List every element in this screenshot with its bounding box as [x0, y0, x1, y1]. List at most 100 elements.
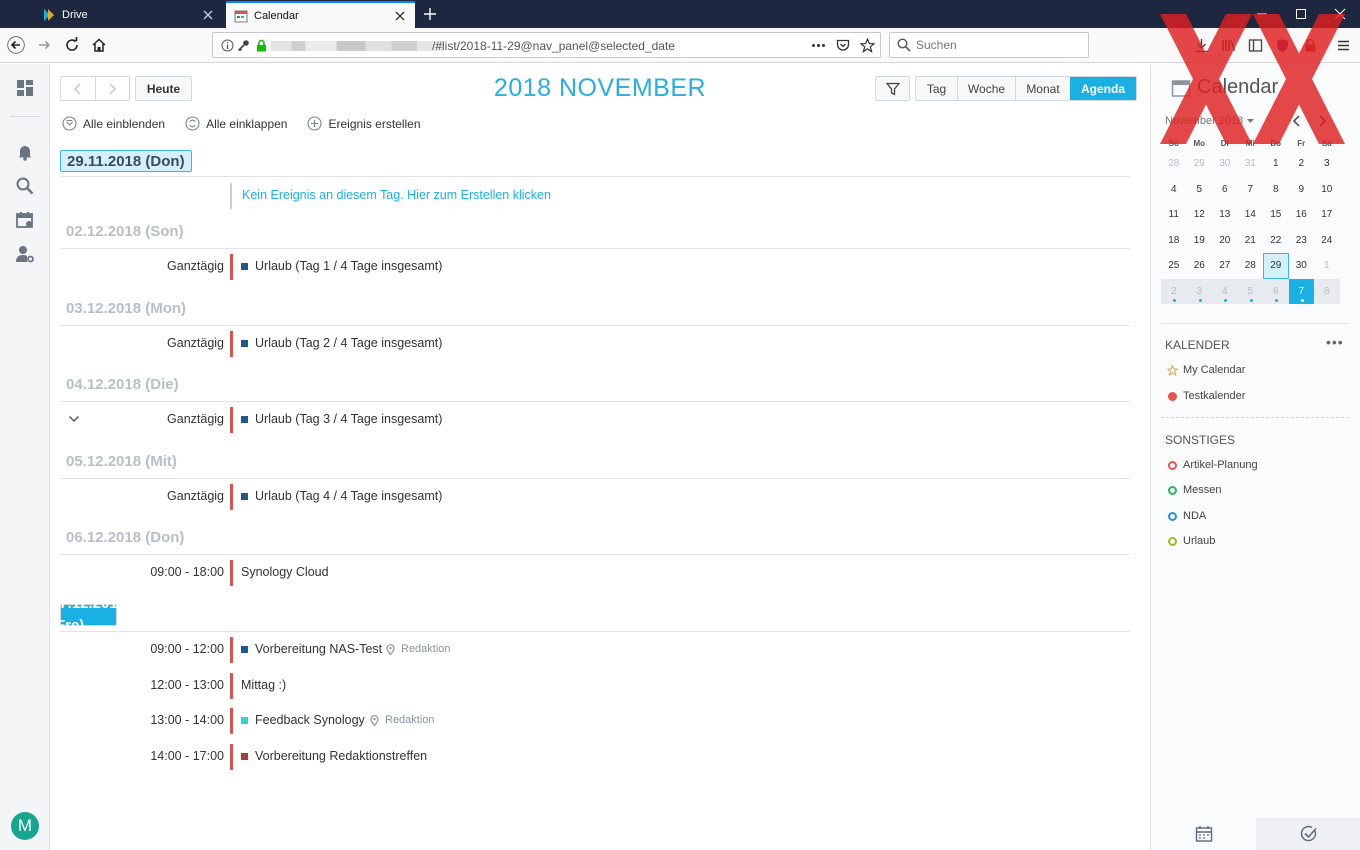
- day-cell[interactable]: 9: [1289, 177, 1315, 203]
- sidebar-icon[interactable]: [1248, 38, 1263, 53]
- back-icon[interactable]: [7, 36, 25, 54]
- bookmark-star-icon[interactable]: [860, 38, 875, 53]
- day-cell[interactable]: 28: [1161, 151, 1187, 177]
- day-cell[interactable]: 29: [1187, 151, 1213, 177]
- key-icon[interactable]: [237, 39, 250, 52]
- day-cell[interactable]: 5: [1187, 177, 1213, 203]
- day-cell[interactable]: 17: [1314, 202, 1340, 228]
- mini-prev-month-icon[interactable]: [1291, 114, 1303, 128]
- event-row[interactable]: Ganztägig Urlaub (Tag 2 / 4 Tage insgesa…: [60, 331, 1130, 357]
- day-cell[interactable]: 24: [1314, 228, 1340, 254]
- event-title[interactable]: Vorbereitung Redaktionstreffen: [255, 749, 427, 763]
- close-window-icon[interactable]: [1333, 7, 1347, 21]
- tab-month[interactable]: Monat: [1015, 77, 1070, 100]
- day-cell[interactable]: 23: [1289, 228, 1315, 254]
- day-cell[interactable]: 31: [1238, 151, 1264, 177]
- day-cell[interactable]: 20: [1212, 228, 1238, 254]
- day-cell[interactable]: 18: [1161, 228, 1187, 254]
- next-period-button[interactable]: [94, 77, 130, 100]
- notifications-bell-icon[interactable]: [15, 142, 35, 162]
- event-title[interactable]: Feedback Synology: [255, 713, 365, 727]
- day-cell[interactable]: 2: [1161, 279, 1187, 305]
- new-tab-icon[interactable]: [422, 6, 438, 22]
- page-actions-icon[interactable]: [811, 39, 825, 52]
- event-row[interactable]: 12:00 - 13:00 Mittag :): [60, 673, 1130, 699]
- search-icon[interactable]: [15, 176, 35, 196]
- event-title[interactable]: Urlaub (Tag 3 / 4 Tage insgesamt): [255, 412, 442, 426]
- date-heading[interactable]: 02.12.2018 (Son): [60, 221, 190, 243]
- previous-period-button[interactable]: [61, 77, 95, 100]
- day-cell-selected[interactable]: 29: [1263, 253, 1289, 279]
- event-row[interactable]: 09:00 - 12:00 Vorbereitung NAS-Test Reda…: [60, 637, 1130, 663]
- tab-drive[interactable]: Drive: [34, 1, 223, 28]
- library-icon[interactable]: [1221, 38, 1236, 53]
- day-cell[interactable]: 3: [1314, 151, 1340, 177]
- day-cell[interactable]: 16: [1289, 202, 1315, 228]
- day-cell[interactable]: 14: [1238, 202, 1264, 228]
- day-cell[interactable]: 2: [1289, 151, 1315, 177]
- pocket-icon[interactable]: [836, 39, 850, 52]
- calendars-more-button[interactable]: •••: [1326, 334, 1344, 350]
- create-event-button[interactable]: Ereignis erstellen: [307, 116, 421, 131]
- day-cell[interactable]: 11: [1161, 202, 1187, 228]
- event-row[interactable]: Ganztägig Urlaub (Tag 3 / 4 Tage insgesa…: [60, 407, 1130, 433]
- day-cell[interactable]: 30: [1212, 151, 1238, 177]
- event-title[interactable]: Synology Cloud: [241, 565, 329, 579]
- tab-day[interactable]: Tag: [916, 77, 957, 100]
- today-button[interactable]: Heute: [135, 76, 192, 101]
- day-cell[interactable]: 13: [1212, 202, 1238, 228]
- tab-agenda[interactable]: Agenda: [1070, 77, 1136, 100]
- day-cell[interactable]: 25: [1161, 253, 1187, 279]
- info-icon[interactable]: [221, 39, 234, 52]
- close-tab-icon[interactable]: [201, 8, 215, 22]
- extension-shield-icon[interactable]: [1275, 38, 1290, 53]
- day-cell[interactable]: 12: [1187, 202, 1213, 228]
- calendar-item[interactable]: Messen: [1167, 484, 1222, 496]
- avatar[interactable]: M: [11, 812, 39, 840]
- calendar-item[interactable]: My Calendar: [1167, 364, 1245, 376]
- day-cell[interactable]: 5: [1238, 279, 1264, 305]
- event-title[interactable]: Vorbereitung NAS-Test: [255, 642, 382, 656]
- day-cell[interactable]: 7: [1238, 177, 1264, 203]
- calendar-item[interactable]: Testkalender: [1167, 390, 1245, 402]
- reload-icon[interactable]: [63, 36, 81, 54]
- date-heading[interactable]: 06.12.2018 (Don): [60, 527, 190, 549]
- date-heading-today[interactable]: 07.12.2018 (Fre): [51, 595, 126, 634]
- day-cell[interactable]: 8: [1314, 279, 1340, 305]
- search-input[interactable]: [916, 37, 1084, 53]
- event-title[interactable]: Urlaub (Tag 2 / 4 Tage insgesamt): [255, 336, 442, 350]
- apps-dashboard-icon[interactable]: [15, 78, 35, 98]
- calendar-settings-icon[interactable]: [15, 210, 35, 230]
- day-cell[interactable]: 19: [1187, 228, 1213, 254]
- event-row[interactable]: Ganztägig Urlaub (Tag 1 / 4 Tage insgesa…: [60, 254, 1130, 280]
- maximize-icon[interactable]: [1294, 7, 1308, 21]
- event-row[interactable]: 13:00 - 14:00 Feedback Synology Redaktio…: [60, 708, 1130, 734]
- browser-search-box[interactable]: [889, 32, 1089, 58]
- day-cell[interactable]: 26: [1187, 253, 1213, 279]
- day-cell[interactable]: 3: [1187, 279, 1213, 305]
- menu-icon[interactable]: [1336, 38, 1351, 53]
- event-title[interactable]: Mittag :): [241, 678, 286, 692]
- day-cell[interactable]: 8: [1263, 177, 1289, 203]
- event-title[interactable]: Urlaub (Tag 1 / 4 Tage insgesamt): [255, 259, 442, 273]
- day-cell[interactable]: 27: [1212, 253, 1238, 279]
- filter-button[interactable]: [875, 76, 910, 101]
- calendar-view-tab[interactable]: [1151, 818, 1256, 850]
- day-cell[interactable]: 4: [1212, 279, 1238, 305]
- date-heading[interactable]: 04.12.2018 (Die): [60, 374, 185, 396]
- minimize-icon[interactable]: [1255, 7, 1269, 21]
- day-cell[interactable]: 15: [1263, 202, 1289, 228]
- date-heading[interactable]: 05.12.2018 (Mit): [60, 451, 183, 473]
- day-cell-today[interactable]: 7: [1288, 278, 1314, 304]
- day-cell[interactable]: 1: [1263, 151, 1289, 177]
- day-cell[interactable]: 10: [1314, 177, 1340, 203]
- downloads-icon[interactable]: [1194, 38, 1209, 53]
- calendar-item[interactable]: Urlaub: [1167, 535, 1215, 547]
- day-cell[interactable]: 6: [1212, 177, 1238, 203]
- extension-lock-icon[interactable]: [1303, 38, 1318, 53]
- close-tab-icon[interactable]: [393, 9, 407, 23]
- expand-all-button[interactable]: Alle einblenden: [62, 116, 165, 131]
- event-title[interactable]: Urlaub (Tag 4 / 4 Tage insgesamt): [255, 489, 442, 503]
- tab-week[interactable]: Woche: [957, 77, 1015, 100]
- mini-month-selector[interactable]: November 2018: [1165, 115, 1255, 127]
